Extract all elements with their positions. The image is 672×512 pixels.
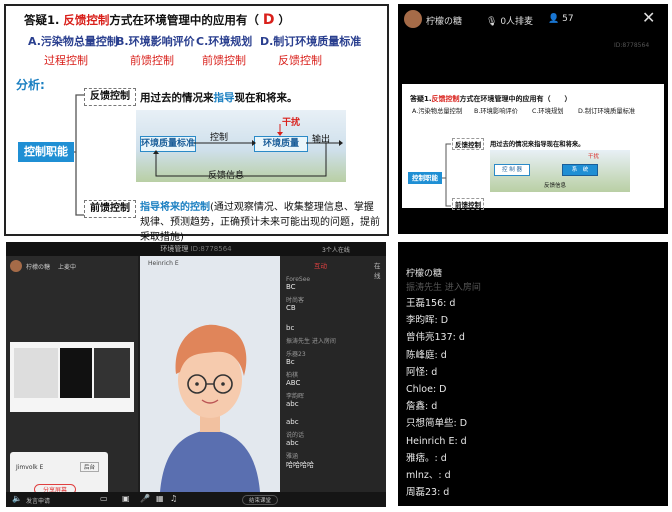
mobile-option-a: A.污染物总量控制 xyxy=(412,108,463,115)
popup-name: Jimvolk E xyxy=(16,464,44,471)
presenter-avatar xyxy=(10,260,22,272)
answer: D xyxy=(262,12,275,28)
mobile-slide-title: 答疑1.反馈控制方式在环境管理中的应用有（ ） xyxy=(410,95,572,103)
mobile-controller-box: 控 制 器 xyxy=(494,164,530,176)
mobile-username: 柠檬の糖 xyxy=(426,17,463,27)
close-icon[interactable]: ✕ xyxy=(642,8,655,27)
feedback-control-label: 反馈控制 xyxy=(84,88,136,106)
desktop-left-panel: 柠檬の糖 上麦中 Jimvolk E 后台 分享屏幕 xyxy=(6,256,138,502)
mic-queue[interactable]: 🎙 0人排麦 xyxy=(486,14,533,27)
mobile-option-d: D.制订环境质量标准 xyxy=(578,108,636,115)
person-icon: 👤 xyxy=(548,14,560,24)
mobile-slide: 答疑1.反馈控制方式在环境管理中的应用有（ ） A.污染物总量控制 B.环境影响… xyxy=(402,84,664,210)
chat-message-list: 王磊156: d 李昀晖: D 曾伟亮137: d 陈峰庭: d 阿怪: d C… xyxy=(406,295,467,501)
screen-icon[interactable]: ▭ xyxy=(100,494,108,503)
chat-message: 王磊156: d xyxy=(406,298,456,309)
music-icon[interactable]: ♫ xyxy=(170,494,177,503)
option-a: A.污染物总量控制 xyxy=(28,35,118,48)
chat-message: 只想简单些: D xyxy=(406,418,468,430)
mobile-system-box: 系 统 xyxy=(562,164,598,176)
main-slide: 答疑1. 反馈控制方式在环境管理中的应用有（ D） A.污染物总量控制 B.环境影… xyxy=(4,4,389,243)
chat-message: bc xyxy=(286,324,295,332)
popup-button[interactable]: 后台 xyxy=(80,462,100,472)
chat-message: ForeSee BC xyxy=(286,276,311,291)
chat-message: 陈峰庭: d xyxy=(406,349,447,361)
mobile-feedback-desc: 用过去的情况来指导现在和将来。 xyxy=(490,141,585,148)
analysis-label: 分析: xyxy=(16,78,45,92)
mobile-option-b: B.环境影响评价 xyxy=(474,108,519,115)
chat-message: 李韵晖 abc xyxy=(286,393,305,408)
chat-header: 柠檬の糖 xyxy=(406,269,443,279)
speaker-icon[interactable]: 🔈 xyxy=(12,494,22,503)
chat-message: Heinrich E: d xyxy=(406,435,467,447)
online-count: 3个人在线 xyxy=(322,247,350,254)
mobile-option-c: C.环境规划 xyxy=(532,108,564,115)
cartoon-avatar xyxy=(160,324,260,492)
image-icon[interactable]: ▦ xyxy=(156,494,164,503)
chat-message: 雅痞。: d xyxy=(406,452,447,464)
desktop-bottom-bar: 🔈 发言申请 ▭ ▣ 🎤 ▦ ♫ 结束课堂 xyxy=(6,492,386,507)
option-a-note: 过程控制 xyxy=(44,54,88,67)
chat-message: 时尚客 CB xyxy=(286,297,305,312)
option-b: B.环境影响评价 xyxy=(116,35,195,48)
mobile-feedback-label: 反馈控制 xyxy=(452,138,484,150)
feedforward-description: 指导将来的控制(通过观察情况、收集整理信息、掌握规律、预测趋势，正确预计未来可能… xyxy=(140,202,380,243)
chat-system-message: 振涛先生 进入房间 xyxy=(406,283,481,293)
chat-message: 乐器23 Bc xyxy=(286,351,306,366)
mic-status: 上麦中 xyxy=(58,264,77,271)
mic-icon: 🎙 xyxy=(486,17,498,27)
thumb-chat xyxy=(94,348,130,398)
chat-message: 曾伟亮137: d xyxy=(406,332,465,344)
option-d-note: 反馈控制 xyxy=(278,54,322,67)
screen-share-thumbnail[interactable] xyxy=(10,342,134,412)
video-name: Heinrich E xyxy=(148,260,179,267)
mobile-chat-view: 柠檬の糖 振涛先生 进入房间 王磊156: d 李昀晖: D 曾伟亮137: d… xyxy=(398,242,668,506)
chat-message: 阿怪: d xyxy=(406,366,438,378)
camera-icon[interactable]: ▣ xyxy=(122,494,130,503)
desktop-client: 环境管理 ID:8778564 3个人在线 柠檬の糖 上麦中 Jimvolk E… xyxy=(6,242,386,507)
chat-message: 柏棋 ABC xyxy=(286,372,301,387)
mobile-brace xyxy=(442,143,451,207)
chat-message-list: ForeSee BC 时尚客 CB bc 振涛先生 进入房间 乐器23 Bc 柏棋 AB… xyxy=(286,276,382,470)
room-id: ID:8778564 xyxy=(614,42,650,49)
presenter-name: 柠檬の糖 xyxy=(26,264,51,271)
mobile-feedforward-label: 前馈控制 xyxy=(452,198,484,210)
chat-message: 詹鑫: d xyxy=(406,401,438,413)
chat-message: 周磊23: d xyxy=(406,487,450,499)
tab-interaction[interactable]: 互动 xyxy=(314,260,327,270)
option-b-note: 前馈控制 xyxy=(130,54,174,67)
thumb-slide xyxy=(14,348,58,398)
chat-message: Chloe: D xyxy=(406,384,447,396)
chat-message: mlnz、: d xyxy=(406,470,451,482)
option-c: C.环境规划 xyxy=(196,35,253,48)
chat-message: 雅涵 哈哈哈哈 xyxy=(286,453,314,469)
mobile-diagram: 控 制 器 系 统 干扰 反馈信息 xyxy=(490,150,630,192)
feedforward-control-label: 前馈控制 xyxy=(84,200,136,218)
mobile-control-function: 控制职能 xyxy=(408,172,442,184)
avatar[interactable] xyxy=(404,10,422,28)
mobile-disturb: 干扰 xyxy=(588,154,600,160)
chat-message: 李昀晖: D xyxy=(406,315,449,327)
end-class-button[interactable]: 结束课堂 xyxy=(242,495,279,505)
diagram-arrows xyxy=(153,124,343,177)
option-c-note: 前馈控制 xyxy=(202,54,246,67)
chat-message: abc xyxy=(286,418,299,426)
mobile-feedback-info: 反馈信息 xyxy=(544,183,567,189)
feedback-diagram: 环境质量标准 环境质量 控制 干扰 输出 反馈信息 xyxy=(136,110,346,182)
chat-system-message: 振涛先生 进入房间 xyxy=(286,338,336,345)
desktop-chat-panel: 互动 在线 ForeSee BC 时尚客 CB bc 振涛先生 进入房间 乐器23 B… xyxy=(280,256,386,492)
question-title: 答疑1. 反馈控制方式在环境管理中的应用有（ D） xyxy=(24,12,291,28)
option-d: D.制订环境质量标准 xyxy=(260,35,362,48)
feedback-description: 用过去的情况来指导现在和将来。 xyxy=(140,92,298,104)
control-function-box: 控制职能 xyxy=(18,142,74,162)
thumb-video xyxy=(60,348,92,398)
request-speak-button[interactable]: 发言申请 xyxy=(26,496,50,505)
video-panel: Heinrich E xyxy=(140,256,280,492)
viewer-count: 👤 57 xyxy=(548,14,574,24)
mic-icon[interactable]: 🎤 xyxy=(140,494,150,503)
chat-message: 说的话 abc xyxy=(286,432,305,447)
title-highlight: 反馈控制 xyxy=(63,13,110,27)
